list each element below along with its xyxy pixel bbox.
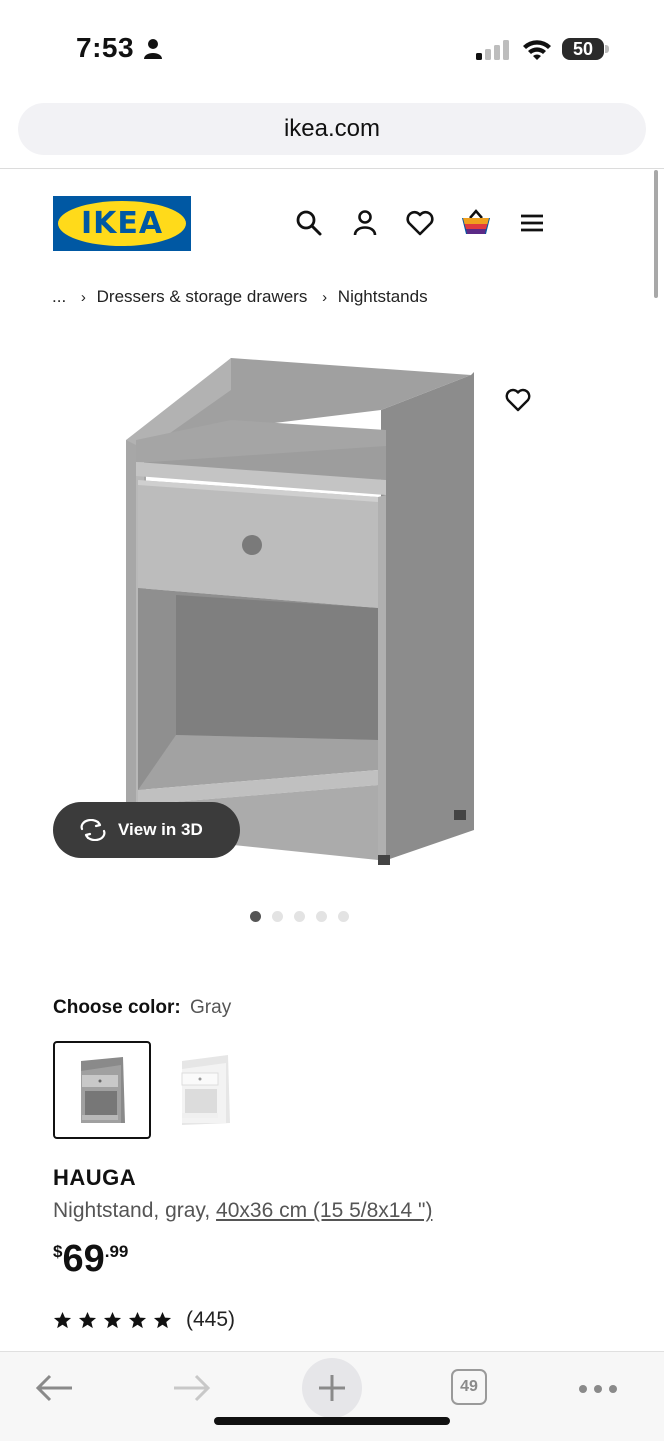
star-icon [128, 1311, 147, 1328]
status-time: 7:53 [76, 32, 135, 63]
heart-icon[interactable] [405, 208, 437, 240]
person-icon [143, 38, 163, 65]
search-icon[interactable] [294, 208, 326, 240]
forward-arrow-icon[interactable] [172, 1372, 212, 1409]
url-text: ikea.com [283, 115, 381, 142]
color-value: Gray [190, 997, 232, 1018]
battery-indicator: 50 [562, 38, 604, 60]
price-currency: $ [53, 1242, 63, 1261]
star-icon [153, 1311, 172, 1328]
view-in-3d-button[interactable]: View in 3D [53, 802, 240, 858]
signal-icon [476, 40, 510, 65]
view-in-3d-label: View in 3D [118, 820, 203, 839]
price-main: 69 [62, 1238, 105, 1280]
color-choice: Choose color: Gray [53, 997, 231, 1019]
logo-text: IKEA [80, 206, 164, 241]
plus-icon [319, 1375, 345, 1401]
color-swatch-gray[interactable] [53, 1041, 151, 1139]
carousel-dots [250, 911, 349, 922]
breadcrumb-item-nightstands[interactable]: Nightstands [338, 287, 428, 306]
carousel-dot[interactable] [316, 911, 327, 922]
profile-icon[interactable] [350, 208, 382, 240]
home-indicator [214, 1417, 450, 1425]
tabs-button[interactable]: 49 [451, 1369, 487, 1405]
carousel-dot[interactable] [250, 911, 261, 922]
back-arrow-icon[interactable] [34, 1372, 74, 1409]
carousel-dot[interactable] [338, 911, 349, 922]
review-count: (445) [186, 1308, 236, 1331]
divider [0, 168, 664, 169]
star-icon [53, 1311, 72, 1328]
address-bar[interactable]: ikea.com [18, 103, 646, 155]
price-cents: .99 [104, 1242, 129, 1261]
carousel-dot[interactable] [294, 911, 305, 922]
menu-icon[interactable] [517, 208, 549, 240]
product-rating[interactable]: (445) [53, 1308, 235, 1332]
product-type: Nightstand, gray, [53, 1199, 211, 1222]
product-description: Nightstand, gray, 40x36 cm (15 5/8x14 ") [53, 1199, 432, 1223]
chevron-right-icon: › [322, 289, 328, 306]
wifi-icon [522, 38, 552, 65]
chevron-right-icon: › [80, 289, 86, 306]
star-icon [78, 1311, 97, 1328]
breadcrumb-item-dressers[interactable]: Dressers & storage drawers [97, 287, 308, 306]
product-name: HAUGA [53, 1165, 137, 1190]
heart-icon[interactable] [504, 386, 532, 414]
color-swatch-white[interactable] [168, 1043, 260, 1135]
rating-stars [53, 1311, 172, 1330]
product-size-link[interactable]: 40x36 cm (15 5/8x14 ") [216, 1199, 432, 1222]
new-tab-button[interactable] [302, 1358, 362, 1418]
breadcrumb-ellipsis[interactable]: ... [52, 287, 66, 306]
battery-tip [605, 45, 609, 53]
product-price: $69.99 [53, 1238, 128, 1281]
ikea-logo[interactable]: IKEA [53, 196, 191, 251]
more-icon[interactable] [578, 1382, 618, 1400]
breadcrumb: ... › Dressers & storage drawers › Night… [52, 287, 428, 307]
scrollbar[interactable] [654, 170, 658, 298]
carousel-dot[interactable] [272, 911, 283, 922]
shopping-bag-icon[interactable] [460, 208, 492, 240]
star-icon [103, 1311, 122, 1328]
color-label: Choose color: [53, 997, 181, 1018]
rotate-3d-icon [78, 819, 108, 841]
